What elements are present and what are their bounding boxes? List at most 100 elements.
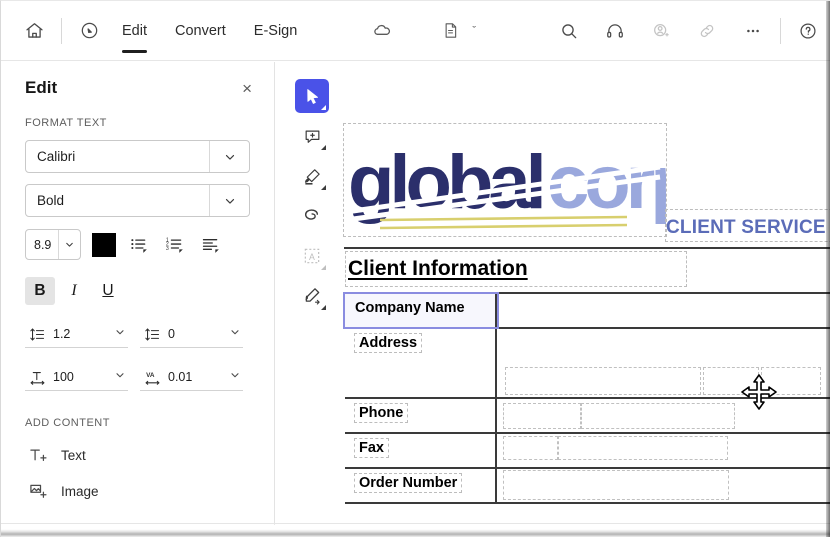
table-cell-label[interactable]: Company Name <box>343 292 499 329</box>
pointer-circle-icon[interactable] <box>70 12 108 50</box>
signature-tool[interactable] <box>295 279 329 313</box>
svg-text:3: 3 <box>166 246 169 252</box>
company-logo[interactable]: global corp <box>343 123 699 237</box>
field-placeholder[interactable] <box>503 436 558 460</box>
comment-tool[interactable] <box>295 119 329 153</box>
tool-expand-corner-icon[interactable] <box>321 145 326 150</box>
table-row[interactable]: Order Number <box>345 469 830 504</box>
font-style-select[interactable]: Bold <box>25 184 250 217</box>
toolbar-divider-right <box>780 17 781 44</box>
paragraph-spacing-icon <box>140 326 164 343</box>
highlight-tool[interactable] <box>295 159 329 193</box>
document-chevron-down-icon[interactable]: ˇ <box>472 25 476 37</box>
toolbar-left-group: Edit Convert E-Sign <box>1 1 311 61</box>
ellipsis-icon[interactable] <box>734 12 772 50</box>
help-circle-icon[interactable] <box>789 12 827 50</box>
size-and-list-row: 8.9 1 2 3 <box>25 229 274 260</box>
move-cursor <box>739 372 779 412</box>
paragraph-spacing-field[interactable]: 0 <box>140 321 243 348</box>
add-person-icon <box>642 12 680 50</box>
window-right-shadow <box>826 1 830 537</box>
tool-expand-corner-icon[interactable] <box>321 185 326 190</box>
bulleted-list-icon[interactable] <box>125 233 152 257</box>
table-cell-label[interactable]: Fax <box>345 434 497 467</box>
line-spacing-field[interactable]: 1.2 <box>25 321 128 348</box>
freehand-lasso-tool[interactable] <box>295 199 329 233</box>
text-align-icon[interactable] <box>197 233 224 257</box>
document-viewport[interactable]: global corp CLIENT SERVICE Client Inform… <box>276 62 830 525</box>
underline-button[interactable]: U <box>93 277 123 305</box>
spacing-row-2: 100 VA 0.01 <box>25 364 274 391</box>
table-cell-label[interactable]: Phone <box>345 399 497 432</box>
table-cell-label[interactable]: Address <box>345 329 497 397</box>
field-placeholder[interactable] <box>503 403 581 429</box>
chevron-down-icon[interactable] <box>229 368 241 386</box>
format-text-section-label: FORMAT TEXT <box>25 117 107 129</box>
italic-button[interactable]: I <box>59 277 89 305</box>
bold-button[interactable]: B <box>25 277 55 305</box>
table-cell-value[interactable] <box>497 329 830 397</box>
pdf-page[interactable]: global corp CLIENT SERVICE Client Inform… <box>343 123 830 525</box>
chevron-down-icon[interactable] <box>210 185 249 216</box>
character-spacing-value: 0.01 <box>168 370 193 384</box>
chevron-down-icon[interactable] <box>229 325 241 343</box>
cloud-icon[interactable] <box>363 12 401 50</box>
tab-esign[interactable]: E-Sign <box>240 1 312 61</box>
chevron-down-icon[interactable] <box>114 325 126 343</box>
chevron-down-icon[interactable] <box>210 141 249 172</box>
add-text-icon <box>27 445 49 465</box>
field-placeholder[interactable] <box>581 403 735 429</box>
field-placeholder[interactable] <box>505 367 701 395</box>
chevron-down-icon[interactable] <box>59 230 80 259</box>
field-placeholder[interactable] <box>503 470 729 500</box>
table-row[interactable]: Fax <box>345 434 830 469</box>
chevron-down-icon[interactable] <box>114 368 126 386</box>
line-spacing-icon <box>25 326 49 343</box>
select-tool[interactable] <box>295 79 329 113</box>
document-icon[interactable] <box>431 12 469 50</box>
svg-text:global: global <box>348 140 542 225</box>
add-content-section-label: ADD CONTENT <box>25 417 110 429</box>
tool-expand-corner-icon[interactable] <box>321 305 326 310</box>
text-color-swatch[interactable] <box>92 232 116 257</box>
section-heading: Client Information <box>348 257 528 280</box>
toolbar-center-group: ˇ <box>363 12 476 50</box>
client-service-heading: CLIENT SERVICE <box>666 217 826 238</box>
table-label-company-name: Company Name <box>355 300 465 316</box>
numbered-list-icon[interactable]: 1 2 3 <box>161 233 188 257</box>
home-icon[interactable] <box>15 12 53 50</box>
add-image-button[interactable]: Image <box>27 481 274 501</box>
edit-sidebar-panel: Edit × FORMAT TEXT Calibri Bold 8.9 1 2 … <box>1 62 275 525</box>
application-window: Edit Convert E-Sign ˇ Edit × FORMAT TEXT… <box>0 0 830 537</box>
tab-convert[interactable]: Convert <box>161 1 240 61</box>
add-text-button[interactable]: Text <box>27 445 274 465</box>
search-icon[interactable] <box>550 12 588 50</box>
table-label-fax: Fax <box>354 438 389 458</box>
add-text-label: Text <box>61 447 86 463</box>
table-cell-value[interactable] <box>497 469 830 502</box>
table-cell-value[interactable] <box>497 294 830 327</box>
spacing-row-1: 1.2 0 <box>25 321 274 348</box>
table-cell-label[interactable]: Order Number <box>345 469 497 502</box>
table-cell-value[interactable] <box>497 434 830 467</box>
table-cell-value[interactable] <box>497 399 830 432</box>
field-placeholder[interactable] <box>558 436 728 460</box>
headphones-icon[interactable] <box>596 12 634 50</box>
panel-header: Edit × <box>1 62 274 98</box>
horizontal-scale-value: 100 <box>53 370 74 384</box>
table-row[interactable]: Company Name <box>343 292 830 329</box>
tab-edit[interactable]: Edit <box>108 1 161 61</box>
character-spacing-field[interactable]: VA 0.01 <box>140 364 243 391</box>
tab-convert-label: Convert <box>175 22 226 39</box>
font-family-select[interactable]: Calibri <box>25 140 250 173</box>
table-label-order-number: Order Number <box>353 473 463 493</box>
tool-expand-corner-icon[interactable] <box>321 105 326 110</box>
svg-text:VA: VA <box>146 371 155 378</box>
font-size-select[interactable]: 8.9 <box>25 229 81 260</box>
tab-esign-label: E-Sign <box>253 22 298 39</box>
close-icon[interactable]: × <box>242 80 252 97</box>
page-title: Edit <box>25 78 58 97</box>
horizontal-scale-field[interactable]: 100 <box>25 364 128 391</box>
tab-edit-label: Edit <box>122 22 147 39</box>
link-icon <box>688 12 726 50</box>
